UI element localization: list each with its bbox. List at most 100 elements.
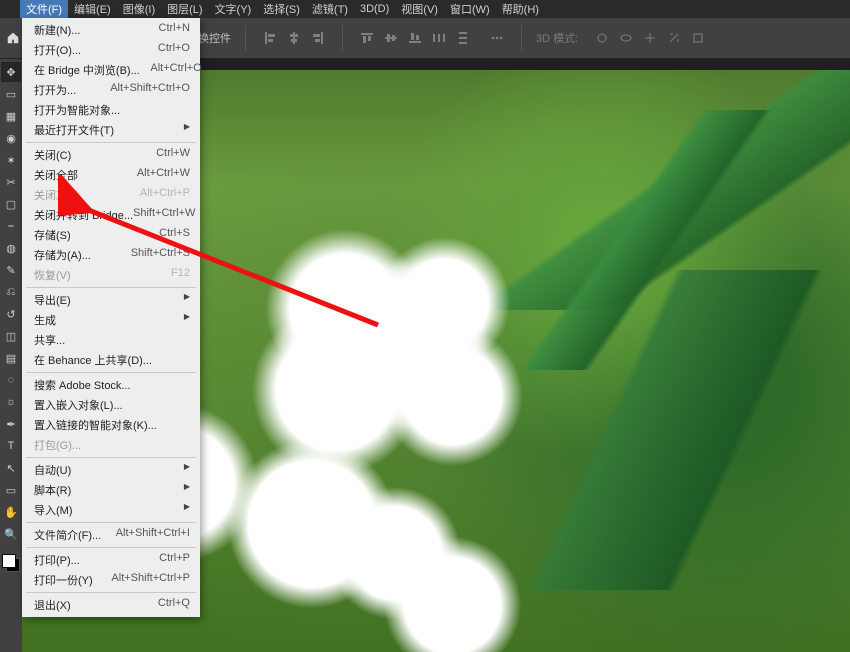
scale-icon[interactable] [688, 28, 708, 48]
menu-item-label: 存储为(A)... [34, 247, 91, 263]
menu-item-label: 关闭(C) [34, 147, 71, 163]
roll-icon[interactable] [616, 28, 636, 48]
file-menu-item-1[interactable]: 打开(O)...Ctrl+O [22, 40, 200, 60]
file-menu-item-32[interactable]: 打印一份(Y)Alt+Shift+Ctrl+P [22, 570, 200, 590]
align-center-v-icon[interactable] [381, 28, 401, 48]
tool-move[interactable]: ✥ [1, 62, 21, 82]
menu-item-shortcut: Alt+Ctrl+O [140, 62, 202, 78]
file-menu-item-11[interactable]: 存储(S)Ctrl+S [22, 225, 200, 245]
tool-gradient[interactable]: ▤ [1, 348, 21, 368]
menu-divider [26, 142, 196, 143]
distribute-v-icon[interactable] [453, 28, 473, 48]
file-menu-item-4[interactable]: 打开为智能对象... [22, 100, 200, 120]
home-icon[interactable] [4, 29, 22, 47]
tool-quick-select[interactable]: ✶ [1, 150, 21, 170]
file-menu-item-17[interactable]: 共享... [22, 330, 200, 350]
tool-zoom[interactable]: 🔍 [1, 524, 21, 544]
file-menu-item-10[interactable]: 关闭并转到 Bridge...Shift+Ctrl+W [22, 205, 200, 225]
align-left-icon[interactable] [260, 28, 280, 48]
menu-7[interactable]: 3D(D) [354, 2, 395, 16]
menu-9[interactable]: 窗口(W) [444, 0, 496, 18]
menu-1[interactable]: 编辑(E) [68, 0, 117, 18]
tool-blur[interactable]: ◌ [1, 370, 21, 390]
menu-item-label: 恢复(V) [34, 267, 71, 283]
tool-crop[interactable]: ✂ [1, 172, 21, 192]
tool-brush[interactable]: ✎ [1, 260, 21, 280]
tool-lasso[interactable]: ◉ [1, 128, 21, 148]
tool-frame[interactable]: ▢ [1, 194, 21, 214]
tool-rect-marquee[interactable]: ▦ [1, 106, 21, 126]
file-menu-item-0[interactable]: 新建(N)... Ctrl+N [22, 20, 200, 40]
pan-icon[interactable] [640, 28, 660, 48]
tool-artboard[interactable]: ▭ [1, 84, 21, 104]
menu-item-label: 新建(N)... [34, 22, 80, 38]
file-menu-item-7[interactable]: 关闭(C) Ctrl+W [22, 145, 200, 165]
tool-history-brush[interactable]: ↺ [1, 304, 21, 324]
separator [245, 25, 246, 51]
file-menu-item-29[interactable]: 文件简介(F)...Alt+Shift+Ctrl+I [22, 525, 200, 545]
color-swatches[interactable] [2, 554, 20, 572]
menu-8[interactable]: 视图(V) [395, 0, 444, 18]
menu-6[interactable]: 滤镜(T) [306, 0, 354, 18]
menu-divider [26, 457, 196, 458]
align-top-icon[interactable] [357, 28, 377, 48]
tool-spot-heal[interactable]: ◍ [1, 238, 21, 258]
file-menu-item-22[interactable]: 置入链接的智能对象(K)... [22, 415, 200, 435]
file-menu-item-20[interactable]: 搜索 Adobe Stock... [22, 375, 200, 395]
menu-10[interactable]: 帮助(H) [496, 0, 545, 18]
menu-item-label: 生成 [34, 312, 56, 328]
tool-dodge[interactable]: ☼ [1, 392, 21, 412]
file-menu-item-34[interactable]: 退出(X)Ctrl+Q [22, 595, 200, 615]
menu-3[interactable]: 图层(L) [161, 0, 208, 18]
tool-path-select[interactable]: ↖ [1, 458, 21, 478]
file-menu-item-3[interactable]: 打开为...Alt+Shift+Ctrl+O [22, 80, 200, 100]
menu-2[interactable]: 图像(I) [117, 0, 161, 18]
menu-item-label: 导出(E) [34, 292, 71, 308]
menu-item-label: 关闭其它 [34, 187, 78, 203]
file-menu-item-25[interactable]: 自动(U) [22, 460, 200, 480]
menu-item-label: 导入(M) [34, 502, 73, 518]
file-menu-item-8[interactable]: 关闭全部Alt+Ctrl+W [22, 165, 200, 185]
tool-eraser[interactable]: ◫ [1, 326, 21, 346]
tool-clone[interactable]: ⎌ [1, 282, 21, 302]
menu-5[interactable]: 选择(S) [257, 0, 306, 18]
menu-item-shortcut: Ctrl+N [128, 22, 190, 38]
tool-rectangle[interactable]: ▭ [1, 480, 21, 500]
slide-icon[interactable] [664, 28, 684, 48]
menu-0[interactable]: 文件(F) [20, 0, 68, 18]
file-menu-item-27[interactable]: 导入(M) [22, 500, 200, 520]
align-bottom-icon[interactable] [405, 28, 425, 48]
threeD-group [592, 28, 708, 48]
menu-item-shortcut: Ctrl+O [128, 42, 190, 58]
tool-pen[interactable]: ✒ [1, 414, 21, 434]
menu-4[interactable]: 文字(Y) [209, 0, 258, 18]
menu-item-label: 共享... [34, 332, 65, 348]
tool-type[interactable]: T [1, 436, 21, 456]
file-menu-item-2[interactable]: 在 Bridge 中浏览(B)...Alt+Ctrl+O [22, 60, 200, 80]
menu-item-shortcut: Ctrl+W [128, 147, 190, 163]
menu-item-shortcut: Shift+Ctrl+S [128, 247, 190, 263]
menu-item-shortcut: Alt+Shift+Ctrl+P [111, 572, 190, 588]
menu-item-shortcut: Ctrl+Q [128, 597, 190, 613]
file-menu-item-18[interactable]: 在 Behance 上共享(D)... [22, 350, 200, 370]
file-menu-item-9: 关闭其它Alt+Ctrl+P [22, 185, 200, 205]
file-menu-item-31[interactable]: 打印(P)...Ctrl+P [22, 550, 200, 570]
file-menu-item-5[interactable]: 最近打开文件(T) [22, 120, 200, 140]
menu-item-label: 搜索 Adobe Stock... [34, 377, 131, 393]
file-menu-item-16[interactable]: 生成 [22, 310, 200, 330]
more-icon[interactable] [487, 28, 507, 48]
menu-divider [26, 287, 196, 288]
tool-eyedropper[interactable]: ⎯ [1, 216, 21, 236]
file-menu-item-23: 打包(G)... [22, 435, 200, 455]
align-right-icon[interactable] [308, 28, 328, 48]
file-menu-item-13: 恢复(V)F12 [22, 265, 200, 285]
file-menu-item-12[interactable]: 存储为(A)... Shift+Ctrl+S [22, 245, 200, 265]
menu-divider [26, 592, 196, 593]
file-menu-item-15[interactable]: 导出(E) [22, 290, 200, 310]
file-menu-item-21[interactable]: 置入嵌入对象(L)... [22, 395, 200, 415]
distribute-h-icon[interactable] [429, 28, 449, 48]
align-center-h-icon[interactable] [284, 28, 304, 48]
file-menu-item-26[interactable]: 脚本(R) [22, 480, 200, 500]
tool-hand[interactable]: ✋ [1, 502, 21, 522]
orbit-icon[interactable] [592, 28, 612, 48]
